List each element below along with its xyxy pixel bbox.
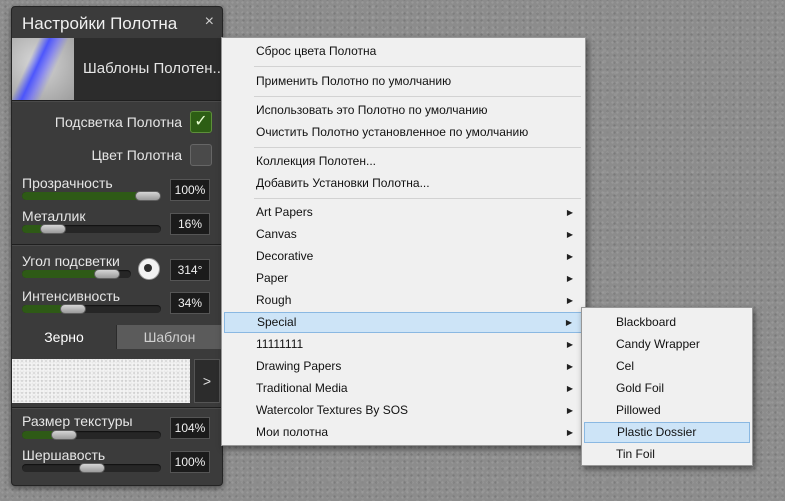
submenu-arrow-icon: ▶ — [566, 406, 573, 415]
slider-thumb[interactable] — [51, 430, 77, 440]
metallic-value[interactable]: 16% — [170, 213, 210, 235]
metallic-slider[interactable] — [22, 224, 161, 234]
canvas-lighting-checkbox[interactable]: ✓ — [190, 111, 212, 133]
grain-next-button[interactable]: > — [194, 359, 220, 403]
canvas-presets-menu: Сброс цвета Полотна Применить Полотно по… — [221, 37, 586, 446]
menu-item-label: 11111111 — [256, 337, 304, 351]
menu-item-add-canvas-settings[interactable]: Добавить Установки Полотна... — [224, 173, 583, 194]
slider-thumb[interactable] — [60, 304, 86, 314]
menu-item-my-canvases[interactable]: Мои полотна ▶ — [224, 422, 583, 443]
light-angle-label: Угол подсветки — [22, 253, 120, 269]
menu-item-clear-default-canvas[interactable]: Очистить Полотно установленное по умолча… — [224, 122, 583, 143]
menu-item-canvas-library[interactable]: Коллекция Полотен... — [224, 151, 583, 172]
menu-item-label: Paper — [256, 271, 289, 285]
menu-item-special[interactable]: Special ▶ — [224, 312, 583, 333]
submenu-arrow-icon: ▶ — [566, 208, 573, 217]
menu-item-label: Art Papers — [256, 205, 313, 219]
texture-size-label: Размер текстуры — [22, 413, 133, 429]
metallic-label: Металлик — [22, 208, 86, 224]
tab-pattern[interactable]: Шаблон — [116, 325, 222, 349]
canvas-presets-button[interactable]: Шаблоны Полотен... — [12, 38, 222, 100]
divider — [12, 244, 222, 246]
menu-separator — [254, 66, 581, 67]
submenu-item-blackboard[interactable]: Blackboard — [584, 312, 750, 333]
grain-pattern-tabs: Зерно Шаблон — [12, 325, 222, 349]
submenu-arrow-icon: ▶ — [566, 230, 573, 239]
canvas-color-swatch[interactable] — [190, 144, 212, 166]
tab-grain[interactable]: Зерно — [12, 325, 116, 349]
opacity-value[interactable]: 100% — [170, 179, 210, 201]
submenu-arrow-icon: ▶ — [566, 296, 573, 305]
menu-item-label: Special — [257, 315, 297, 329]
menu-item-label: Rough — [256, 293, 292, 307]
special-submenu: Blackboard Candy Wrapper Cel Gold Foil P… — [581, 307, 753, 466]
slider-thumb[interactable] — [135, 191, 161, 201]
intensity-slider[interactable] — [22, 304, 161, 314]
menu-item-label: Decorative — [256, 249, 314, 263]
opacity-label: Прозрачность — [22, 175, 113, 191]
submenu-arrow-icon: ▶ — [566, 362, 573, 371]
canvas-presets-label: Шаблоны Полотен... — [83, 60, 223, 77]
menu-item-11111111[interactable]: 11111111 ▶ — [224, 334, 583, 355]
light-angle-slider[interactable] — [22, 269, 131, 279]
panel-title: Настройки Полотна — [22, 14, 178, 33]
slider-fill — [22, 192, 148, 200]
canvas-settings-panel: Настройки Полотна × Шаблоны Полотен... П… — [11, 6, 223, 486]
menu-item-paper[interactable]: Paper ▶ — [224, 268, 583, 289]
texture-size-value[interactable]: 104% — [170, 417, 210, 439]
menu-item-label: Canvas — [256, 227, 297, 241]
menu-item-watercolor-textures[interactable]: Watercolor Textures By SOS ▶ — [224, 400, 583, 421]
submenu-arrow-icon: ▶ — [566, 428, 573, 437]
canvas-color-label: Цвет Полотна — [91, 147, 182, 163]
submenu-arrow-icon: ▶ — [566, 274, 573, 283]
slider-thumb[interactable] — [79, 463, 105, 473]
menu-item-label: Traditional Media — [256, 381, 348, 395]
roughness-slider[interactable] — [22, 463, 161, 473]
submenu-arrow-icon: ▶ — [565, 318, 572, 327]
grain-texture-swatch[interactable] — [12, 359, 190, 403]
slider-thumb[interactable] — [94, 269, 120, 279]
menu-item-label: Watercolor Textures By SOS — [256, 403, 409, 417]
canvas-lighting-label: Подсветка Полотна — [54, 114, 182, 130]
intensity-value[interactable]: 34% — [170, 292, 210, 314]
submenu-item-gold-foil[interactable]: Gold Foil — [584, 378, 750, 399]
roughness-label: Шершавость — [22, 447, 106, 463]
menu-item-canvas[interactable]: Canvas ▶ — [224, 224, 583, 245]
menu-item-traditional-media[interactable]: Traditional Media ▶ — [224, 378, 583, 399]
menu-item-label: Мои полотна — [256, 425, 329, 439]
light-angle-value[interactable]: 314° — [170, 259, 210, 281]
menu-item-label: Drawing Papers — [256, 359, 342, 373]
slider-thumb[interactable] — [40, 224, 66, 234]
submenu-item-candy-wrapper[interactable]: Candy Wrapper — [584, 334, 750, 355]
menu-separator — [254, 147, 581, 148]
submenu-arrow-icon: ▶ — [566, 340, 573, 349]
texture-size-slider[interactable] — [22, 430, 161, 440]
menu-item-set-default-canvas[interactable]: Использовать это Полотно по умолчанию — [224, 100, 583, 121]
submenu-arrow-icon: ▶ — [566, 384, 573, 393]
close-icon[interactable]: × — [205, 13, 214, 31]
submenu-item-cel[interactable]: Cel — [584, 356, 750, 377]
submenu-item-plastic-dossier[interactable]: Plastic Dossier — [584, 422, 750, 443]
light-angle-dial[interactable] — [138, 258, 160, 280]
divider — [12, 100, 222, 102]
menu-item-drawing-papers[interactable]: Drawing Papers ▶ — [224, 356, 583, 377]
submenu-item-pillowed[interactable]: Pillowed — [584, 400, 750, 421]
menu-item-reset-canvas-color[interactable]: Сброс цвета Полотна — [224, 41, 583, 62]
menu-item-rough[interactable]: Rough ▶ — [224, 290, 583, 311]
menu-item-apply-default-canvas[interactable]: Применить Полотно по умолчанию — [224, 71, 583, 92]
menu-item-decorative[interactable]: Decorative ▶ — [224, 246, 583, 267]
menu-item-art-papers[interactable]: Art Papers ▶ — [224, 202, 583, 223]
divider — [12, 407, 222, 409]
grain-picker: > — [12, 357, 222, 405]
roughness-value[interactable]: 100% — [170, 451, 210, 473]
opacity-slider[interactable] — [22, 191, 161, 201]
menu-separator — [254, 96, 581, 97]
canvas-preview-thumbnail — [12, 38, 74, 100]
submenu-arrow-icon: ▶ — [566, 252, 573, 261]
intensity-label: Интенсивность — [22, 288, 121, 304]
menu-separator — [254, 198, 581, 199]
submenu-item-tin-foil[interactable]: Tin Foil — [584, 444, 750, 465]
